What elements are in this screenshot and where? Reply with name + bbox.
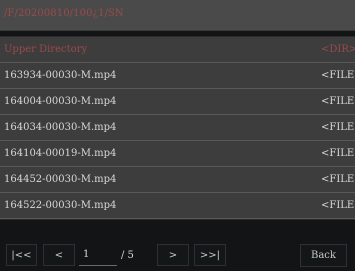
row-type: <FILE> (321, 122, 355, 133)
back-button[interactable]: Back (300, 244, 347, 267)
row-type: <FILE> (321, 174, 355, 185)
next-page-button[interactable]: > (157, 244, 189, 266)
page-total: / 5 (121, 250, 134, 261)
row-name: 163934-00030-M.mp4 (4, 70, 117, 81)
back-label: Back (311, 250, 336, 261)
file-row[interactable]: 164004-00030-M.mp4 <FILE> (0, 89, 355, 115)
row-name: 164522-00030-M.mp4 (4, 200, 117, 211)
page-number-value: 1 (83, 249, 90, 260)
last-page-button[interactable]: >>| (194, 244, 226, 266)
file-row[interactable]: 163934-00030-M.mp4 <FILE> (0, 63, 355, 89)
path-bar: /F/20200810/100¿1/SN (0, 0, 355, 31)
file-row[interactable]: 164522-00030-M.mp4 <FILE> (0, 193, 355, 219)
row-name: 164034-00030-M.mp4 (4, 122, 117, 133)
row-type: <FILE> (321, 200, 355, 211)
pager-bar: |<< < 1 / 5 > >>| Back (0, 240, 355, 271)
last-page-label: >>| (199, 249, 221, 261)
row-name: 164004-00030-M.mp4 (4, 96, 117, 107)
row-type: <FILE> (321, 96, 355, 107)
prev-page-label: < (54, 249, 64, 261)
file-row[interactable]: 164104-00019-M.mp4 <FILE> (0, 141, 355, 167)
next-page-label: > (168, 249, 178, 261)
row-name: Upper Directory (4, 44, 88, 55)
first-page-button[interactable]: |<< (6, 244, 37, 266)
file-browser-screen: /F/20200810/100¿1/SN Upper Directory <DI… (0, 0, 355, 271)
row-type: <DIR> (321, 44, 355, 55)
row-name: 164104-00019-M.mp4 (4, 148, 117, 159)
upper-directory-row[interactable]: Upper Directory <DIR> (0, 37, 355, 63)
first-page-label: |<< (11, 249, 32, 261)
row-type: <FILE> (321, 70, 355, 81)
row-name: 164452-00030-M.mp4 (4, 174, 117, 185)
prev-page-button[interactable]: < (43, 244, 75, 266)
page-number-input[interactable]: 1 (79, 244, 117, 266)
file-row[interactable]: 164034-00030-M.mp4 <FILE> (0, 115, 355, 141)
row-type: <FILE> (321, 148, 355, 159)
file-row[interactable]: 164452-00030-M.mp4 <FILE> (0, 167, 355, 193)
current-path: /F/20200810/100¿1/SN (4, 8, 124, 19)
file-list: Upper Directory <DIR> 163934-00030-M.mp4… (0, 36, 355, 220)
